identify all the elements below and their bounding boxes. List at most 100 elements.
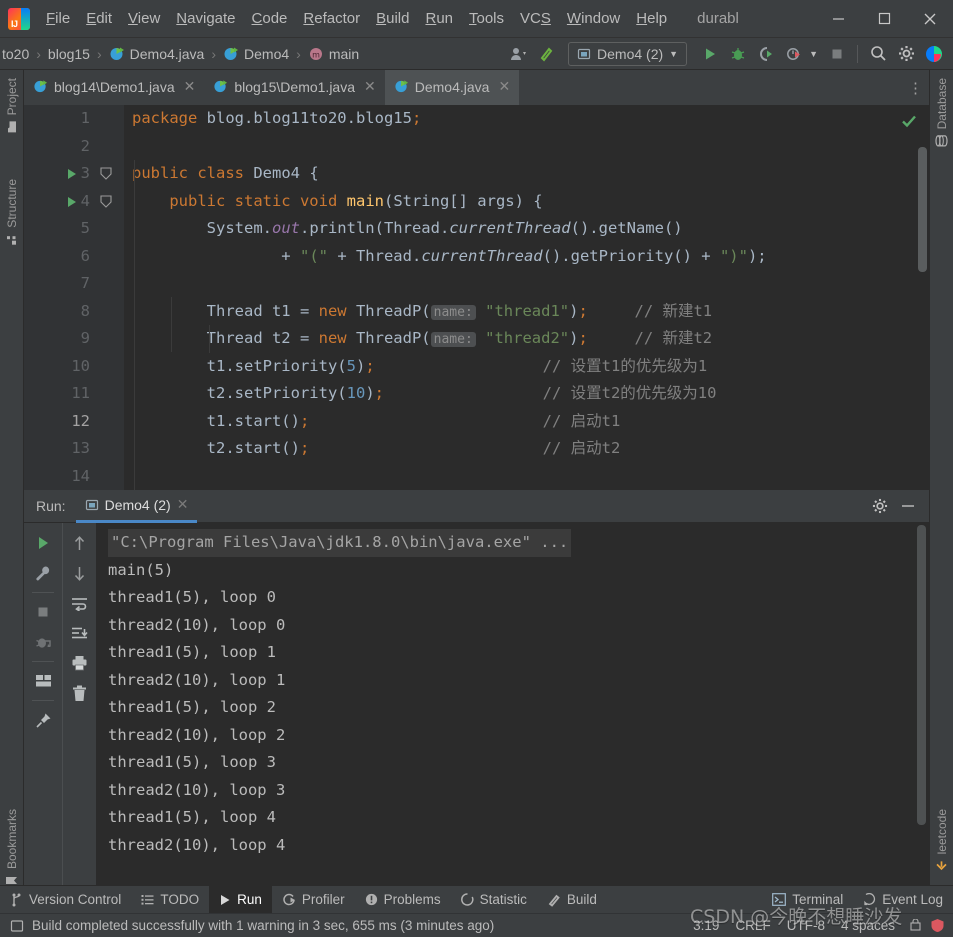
sidebar-item-database[interactable]: Database [930,74,953,151]
previous-occurrence-button[interactable] [65,528,95,558]
editor-tab-demo4[interactable]: Demo4.java ✕ [384,70,520,105]
run-tab-demo4[interactable]: Demo4 (2) ✕ [75,490,198,523]
run-gutter-icon[interactable] [66,195,78,213]
menu-item-help[interactable]: Help [628,7,675,30]
profiler-button[interactable] [781,41,807,67]
editor-gutter[interactable]: 1 2 3 4 5 6 7 8 9 10 11 12 13 14 [24,105,132,490]
console-line: thread1(5), loop 1 [108,643,276,661]
ide-help-icon[interactable] [921,41,947,67]
tool-window-profiler[interactable]: Profiler [272,886,355,914]
minimize-button[interactable] [815,0,861,38]
close-tab-icon[interactable]: ✕ [498,78,510,95]
restore-layout-button[interactable] [28,666,58,696]
build-hammer-icon[interactable] [534,41,560,67]
tool-window-problems[interactable]: Problems [355,886,451,914]
run-tool-window: Run: Demo4 (2) ✕ "C:\Program Files\Java\… [24,490,929,885]
tool-window-event-log[interactable]: Event Log [853,886,953,914]
status-message[interactable]: Build completed successfully with 1 warn… [24,918,502,933]
editor-tab-blog15-demo1[interactable]: blog15\Demo1.java ✕ [204,70,384,105]
tool-window-build[interactable]: Build [537,886,607,914]
toolbar-divider [857,44,858,63]
code-content[interactable]: package blog.blog11to20.blog15; public c… [124,105,929,490]
menu-item-navigate[interactable]: Navigate [168,7,243,30]
debug-button[interactable] [725,41,751,67]
read-only-lock-icon[interactable] [903,919,928,932]
console-vertical-scrollbar[interactable] [917,525,926,825]
fold-marker-class[interactable] [96,167,112,186]
indent-setting[interactable]: 4 spaces [833,918,903,933]
caret-position[interactable]: 3:19 [685,918,727,933]
status-message-icon[interactable] [10,919,24,933]
menu-item-vcs[interactable]: VCS [512,7,559,30]
code-editor[interactable]: 1 2 3 4 5 6 7 8 9 10 11 12 13 14 package… [24,105,929,490]
line-separator[interactable]: CRLF [727,918,778,933]
leetcode-icon [936,859,949,872]
maximize-button[interactable] [861,0,907,38]
breadcrumb-item-module[interactable]: to20 [0,44,31,64]
breadcrumb-item-package[interactable]: blog15 [46,44,92,64]
inspection-profile-icon[interactable] [928,918,953,933]
soft-wrap-button[interactable] [65,588,95,618]
print-button[interactable] [65,648,95,678]
next-occurrence-button[interactable] [65,558,95,588]
breadcrumb-item-method[interactable]: m main [306,44,361,64]
line-number: 1 [80,109,90,127]
chevron-down-icon[interactable]: ▼ [809,49,818,59]
search-everywhere-icon[interactable] [865,41,891,67]
breadcrumb-item-class[interactable]: Demo4 [221,44,291,64]
file-encoding[interactable]: UTF-8 [779,918,833,933]
settings-gear-icon[interactable] [867,493,893,519]
line-number: 6 [80,246,90,265]
menu-item-view[interactable]: View [120,7,168,30]
sidebar-item-label: Structure [5,179,19,228]
rerun-button[interactable] [28,528,58,558]
hide-panel-icon[interactable] [895,493,921,519]
dump-threads-button[interactable] [28,627,58,657]
menu-item-window[interactable]: Window [559,7,628,30]
pin-tab-button[interactable] [28,705,58,735]
run-coverage-button[interactable] [753,41,779,67]
console-output[interactable]: "C:\Program Files\Java\jdk1.8.0\bin\java… [96,523,929,885]
user-icon[interactable] [506,41,532,67]
breadcrumb-label-1: blog15 [47,45,90,62]
editor-tab-blog14-demo1[interactable]: blog14\Demo1.java ✕ [24,70,204,105]
run-configuration-selector[interactable]: Demo4 (2) ▼ [568,41,688,66]
sidebar-item-bookmarks[interactable]: Bookmarks [0,805,24,891]
menu-item-file[interactable]: File [38,7,78,30]
breadcrumb-item-file[interactable]: Demo4.java [107,44,207,64]
run-button[interactable] [697,41,723,67]
tool-window-terminal[interactable]: Terminal [762,886,853,914]
menu-item-edit[interactable]: Edit [78,7,120,30]
menu-item-build[interactable]: Build [368,7,417,30]
sidebar-item-structure[interactable]: Structure [0,175,24,250]
menu-item-refactor[interactable]: Refactor [295,7,368,30]
menu-item-code[interactable]: Code [244,7,296,30]
run-gutter-icon[interactable] [66,167,78,185]
tool-window-statistic[interactable]: Statistic [451,886,537,914]
stop-button[interactable] [824,41,850,67]
sidebar-item-project[interactable]: Project [0,74,24,137]
sidebar-item-leetcode[interactable]: leetcode [930,805,953,876]
inspections-ok-check-icon[interactable] [901,113,917,134]
code-line-13: t2.start(); // 启动t2 [132,439,621,457]
menu-item-run[interactable]: Run [417,7,461,30]
editor-vertical-scrollbar[interactable] [918,147,927,272]
close-button[interactable] [907,0,953,38]
edit-configurations-button[interactable] [28,558,58,588]
close-tab-icon[interactable]: ✕ [184,78,196,95]
stop-button[interactable] [28,597,58,627]
console-line: thread1(5), loop 2 [108,698,276,716]
tool-window-run[interactable]: Run [209,885,272,914]
fold-marker-method[interactable] [100,195,112,214]
clear-all-button[interactable] [65,678,95,708]
more-options-icon[interactable]: ⋮ [903,70,929,105]
code-folding-rail[interactable] [100,105,177,490]
menu-item-tools[interactable]: Tools [461,7,512,30]
close-tab-icon[interactable]: ✕ [364,78,376,95]
close-run-tab-icon[interactable]: ✕ [177,496,189,513]
settings-gear-icon[interactable] [893,41,919,67]
tool-window-version-control[interactable]: Version Control [0,886,131,914]
scroll-to-end-button[interactable] [65,618,95,648]
tool-window-todo[interactable]: TODO [131,886,209,914]
